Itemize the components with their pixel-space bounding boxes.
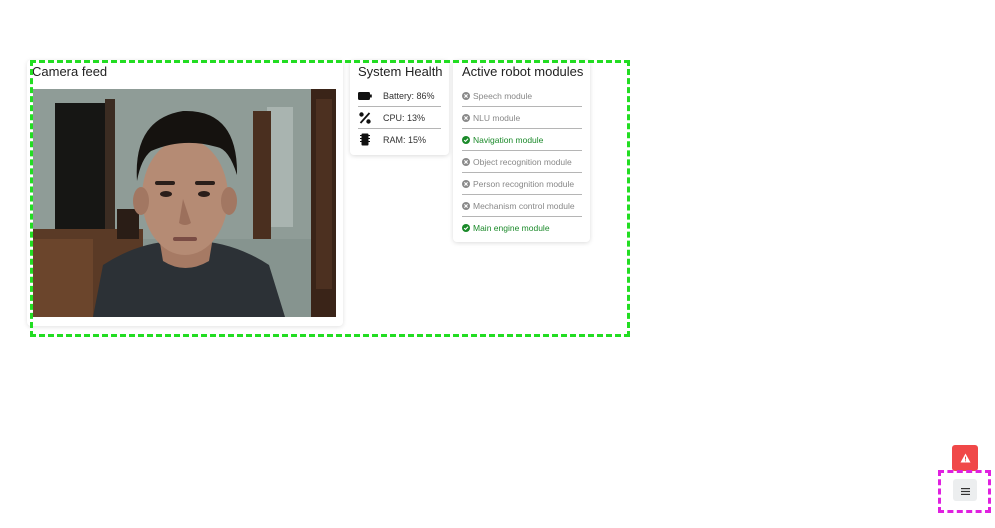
dashboard: Camera feed System Health Battery: 86% C… (0, 0, 995, 528)
highlight-region-dashboard (30, 60, 630, 337)
alert-button[interactable] (952, 445, 978, 471)
highlight-region-menu (938, 470, 991, 513)
warning-icon (960, 451, 971, 466)
